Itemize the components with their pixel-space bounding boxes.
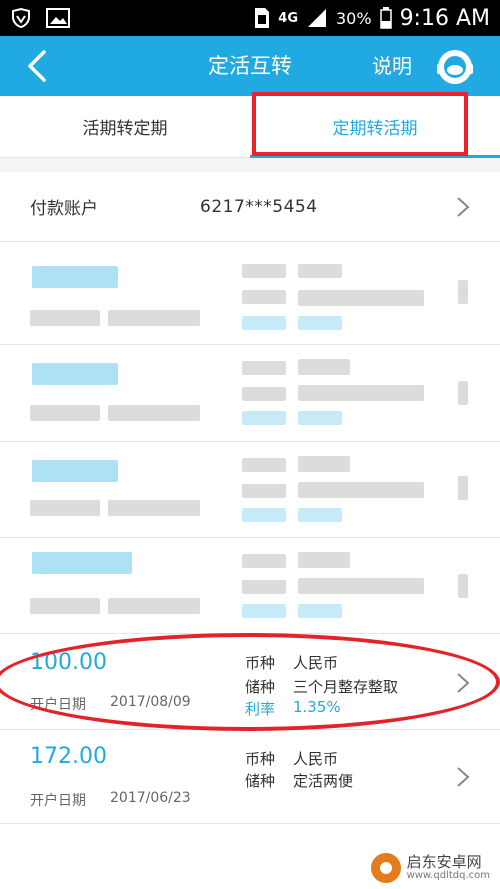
deposit-type-value: 定活两便 [293, 772, 354, 790]
chevron-right-icon [457, 197, 470, 217]
open-date-label: 开户日期 [30, 697, 86, 713]
currency-label: 币种 [245, 750, 276, 768]
open-date: 2017/06/23 [110, 790, 191, 806]
tab-fixed-to-current[interactable]: 定期转活期 [250, 96, 500, 158]
battery-icon [379, 7, 392, 29]
deposit-type-label: 储种 [245, 772, 276, 790]
account-number: 6217***5454 [200, 196, 318, 217]
watermark: 启东安卓网 www.qdltdq.com [370, 852, 490, 883]
account-label: 付款账户 [30, 199, 98, 219]
open-date-label: 开户日期 [30, 793, 86, 809]
shield-icon [10, 7, 32, 29]
signal-icon [306, 8, 328, 28]
list-item[interactable] [0, 345, 500, 442]
list-item[interactable] [0, 442, 500, 538]
deposit-amount: 172.00 [30, 744, 107, 769]
deposit-item[interactable]: 172.00 开户日期 2017/06/23 币种 人民币 储种 定活两便 [0, 730, 500, 824]
page-title: 定活互转 [208, 54, 292, 78]
watermark-logo-icon [370, 853, 401, 883]
image-icon [46, 8, 70, 28]
battery-percent: 30% [336, 8, 372, 28]
tab-bar: 活期转定期 定期转活期 [0, 96, 500, 158]
deposit-amount: 100.00 [30, 650, 107, 675]
deposit-type-label: 储种 [245, 678, 276, 696]
payment-account-row[interactable]: 付款账户 6217***5454 [0, 172, 500, 242]
deposit-item[interactable]: 100.00 开户日期 2017/08/09 币种 人民币 储种 三个月整存整取… [0, 634, 500, 730]
currency-value: 人民币 [293, 654, 339, 672]
help-button[interactable]: 说明 [372, 36, 412, 96]
list-item[interactable] [0, 242, 500, 345]
clock: 9:16 AM [399, 5, 490, 31]
section-divider [0, 158, 500, 172]
sim-icon [254, 7, 270, 29]
status-bar: 4G 30% 9:16 AM [0, 0, 500, 36]
watermark-url: www.qdltdq.com [406, 869, 490, 881]
watermark-name: 启东安卓网 [406, 852, 482, 871]
currency-label: 币种 [245, 654, 276, 672]
list-item[interactable] [0, 538, 500, 634]
rate-label: 利率 [245, 700, 276, 718]
rate-value: 1.35% [293, 698, 341, 716]
open-date: 2017/08/09 [110, 694, 191, 710]
customer-service-icon[interactable] [434, 46, 476, 88]
chevron-right-icon [457, 673, 470, 693]
currency-value: 人民币 [293, 750, 339, 768]
tab-current-to-fixed[interactable]: 活期转定期 [0, 96, 250, 157]
app-header: 定活互转 说明 [0, 36, 500, 96]
deposit-type-value: 三个月整存整取 [293, 678, 399, 696]
chevron-right-icon [457, 767, 470, 787]
network-type: 4G [278, 10, 298, 26]
